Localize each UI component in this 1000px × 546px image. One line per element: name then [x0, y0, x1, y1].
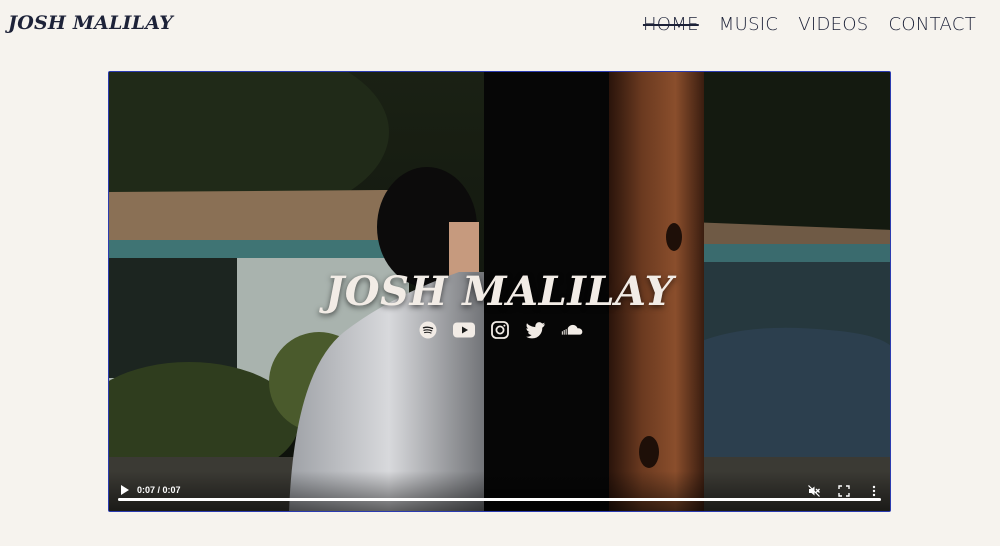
- nav-music[interactable]: MUSIC: [719, 14, 779, 35]
- mute-icon[interactable]: [808, 485, 820, 497]
- nav-videos[interactable]: VIDEOS: [798, 14, 868, 35]
- nav-home[interactable]: HOME: [643, 14, 699, 35]
- hero-video-player[interactable]: JOSH MALILAY 0:07 / 0:07: [108, 71, 891, 512]
- main-nav: HOME MUSIC VIDEOS CONTACT: [643, 14, 976, 35]
- youtube-icon[interactable]: [452, 320, 475, 340]
- nav-contact[interactable]: CONTACT: [889, 14, 976, 35]
- more-options-icon[interactable]: [868, 485, 880, 497]
- site-logo[interactable]: JOSH MALILAY: [8, 12, 173, 34]
- video-progress-fill: [118, 498, 881, 501]
- instagram-icon[interactable]: [489, 320, 511, 340]
- twitter-icon[interactable]: [525, 320, 547, 340]
- video-progress-bar[interactable]: [118, 498, 881, 501]
- spotify-icon[interactable]: [417, 320, 439, 340]
- social-links: [109, 320, 890, 340]
- play-icon[interactable]: [119, 483, 131, 495]
- fullscreen-icon[interactable]: [838, 485, 850, 497]
- video-overlay-title: JOSH MALILAY: [325, 268, 674, 315]
- soundcloud-icon[interactable]: [561, 320, 583, 340]
- video-controls: 0:07 / 0:07: [109, 471, 890, 511]
- video-time: 0:07 / 0:07: [137, 485, 181, 495]
